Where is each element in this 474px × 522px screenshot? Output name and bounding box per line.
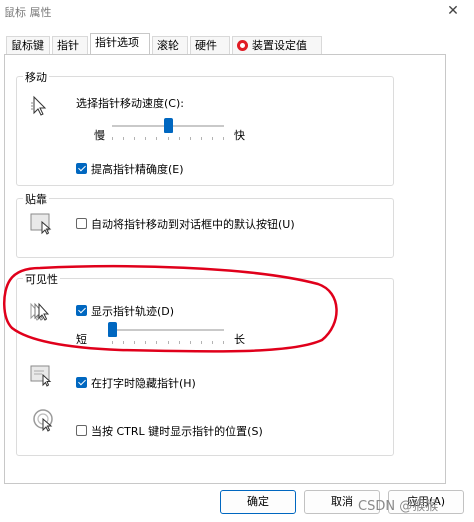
slider-tick bbox=[201, 137, 202, 140]
tab-wheel[interactable]: 滚轮 bbox=[152, 36, 188, 54]
close-icon[interactable]: ✕ bbox=[444, 2, 462, 20]
fast-label: 快 bbox=[234, 129, 245, 142]
red-annotation-outline bbox=[3, 265, 338, 353]
tab-buttons[interactable]: 鼠标键 bbox=[6, 36, 50, 54]
tab-label: 滚轮 bbox=[157, 39, 179, 52]
snap-legend: 贴靠 bbox=[23, 191, 49, 207]
device-logo-icon bbox=[237, 40, 248, 51]
slider-tick bbox=[112, 137, 113, 140]
slider-tick bbox=[190, 137, 191, 140]
ctrl-locate-icon bbox=[33, 409, 53, 432]
ctrl-locate-label: 当按 CTRL 键时显示指针的位置(S) bbox=[91, 425, 263, 438]
slider-tick bbox=[123, 137, 124, 140]
tab-hardware[interactable]: 硬件 bbox=[190, 36, 230, 54]
tab-label: 装置设定值 bbox=[252, 39, 307, 52]
ctrl-locate-checkbox[interactable] bbox=[76, 425, 87, 436]
tab-label: 硬件 bbox=[195, 39, 217, 52]
slow-label: 慢 bbox=[94, 129, 105, 142]
snap-checkbox[interactable] bbox=[76, 218, 87, 229]
speed-label: 选择指针移动速度(C): bbox=[76, 97, 184, 110]
slider-tick bbox=[134, 137, 135, 140]
snap-label: 自动将指针移动到对话框中的默认按钮(U) bbox=[91, 218, 295, 231]
pointer-speed-icon bbox=[31, 95, 47, 116]
hide-typing-checkbox[interactable] bbox=[76, 377, 87, 388]
speed-slider-thumb[interactable] bbox=[164, 118, 173, 133]
slider-tick bbox=[223, 137, 224, 140]
speed-slider-ticks bbox=[112, 137, 224, 141]
slider-tick bbox=[145, 137, 146, 140]
ok-button[interactable]: 确定 bbox=[220, 490, 296, 514]
precision-checkbox[interactable] bbox=[76, 163, 87, 174]
slider-tick bbox=[212, 137, 213, 140]
motion-group: 移动 bbox=[16, 69, 394, 186]
tab-label: 指针选项 bbox=[95, 36, 139, 49]
hide-typing-label: 在打字时隐藏指针(H) bbox=[91, 377, 196, 390]
tab-label: 鼠标键 bbox=[11, 39, 44, 52]
tab-pointers[interactable]: 指针 bbox=[52, 36, 88, 54]
slider-tick bbox=[179, 137, 180, 140]
slider-tick bbox=[156, 137, 157, 140]
tab-pointer-options[interactable]: 指针选项 bbox=[90, 33, 150, 55]
snap-to-icon bbox=[30, 213, 52, 235]
watermark-text: CSDN @猴猴 bbox=[358, 499, 439, 514]
tab-device-settings[interactable]: 装置设定值 bbox=[232, 36, 322, 54]
title-bar: 鼠标 属性 ✕ bbox=[0, 0, 474, 32]
motion-legend: 移动 bbox=[23, 69, 49, 85]
hide-pointer-icon bbox=[30, 365, 52, 387]
tab-label: 指针 bbox=[57, 39, 79, 52]
window-title: 鼠标 属性 bbox=[4, 6, 52, 19]
precision-label: 提高指针精确度(E) bbox=[91, 163, 184, 176]
slider-tick bbox=[168, 137, 169, 140]
